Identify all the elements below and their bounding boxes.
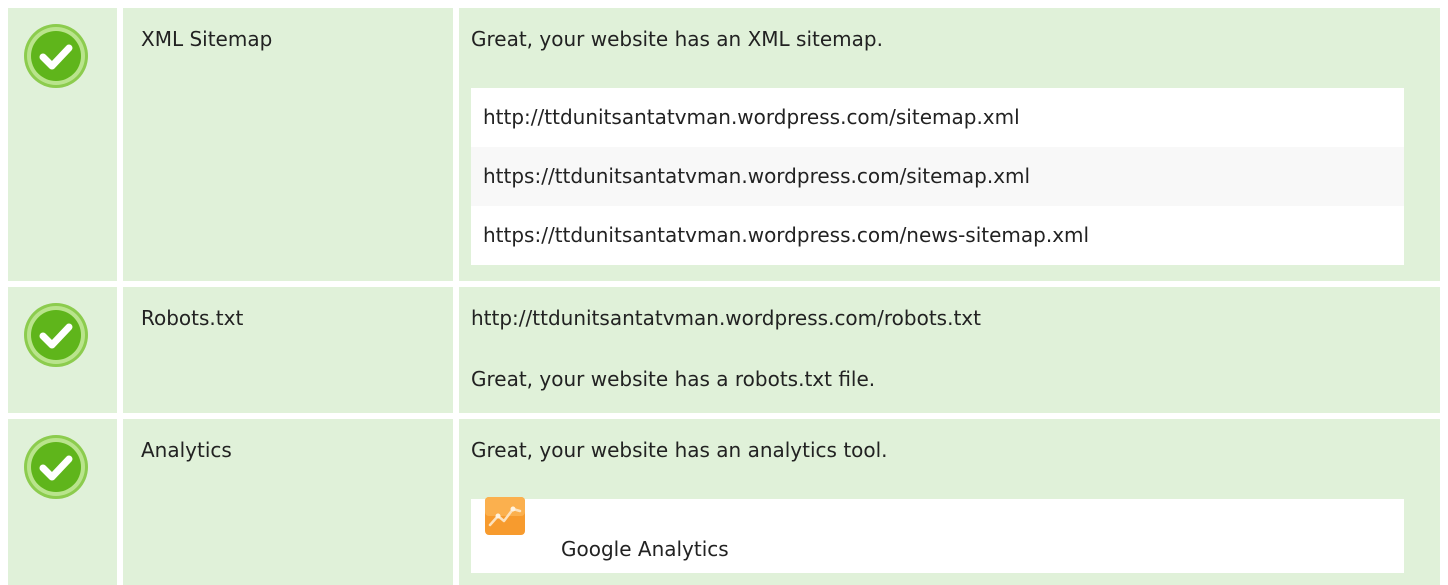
analytics-tool-label: Google Analytics <box>561 537 729 561</box>
check-circle-icon <box>24 303 88 367</box>
check-row-analytics: Analytics Great, your website has an ana… <box>8 419 1440 585</box>
check-name: Robots.txt <box>141 306 244 330</box>
robots-url[interactable]: http://ttdunitsantatvman.wordpress.com/r… <box>471 305 981 331</box>
analytics-tool-list: Google Analytics <box>471 497 1404 573</box>
check-circle-icon <box>24 24 88 88</box>
check-circle-icon <box>24 435 88 499</box>
check-row-xml-sitemap: XML Sitemap Great, your website has an X… <box>8 8 1440 281</box>
check-message: Great, your website has an XML sitemap. <box>471 27 883 51</box>
check-name-cell: Analytics <box>123 419 453 585</box>
check-message: Great, your website has a robots.txt fil… <box>471 367 876 391</box>
status-cell <box>8 287 117 413</box>
sitemap-url[interactable]: https://ttdunitsantatvman.wordpress.com/… <box>471 147 1404 206</box>
sitemap-list: http://ttdunitsantatvman.wordpress.com/s… <box>471 88 1404 265</box>
sitemap-url[interactable]: https://ttdunitsantatvman.wordpress.com/… <box>471 206 1404 265</box>
check-name: XML Sitemap <box>141 27 273 51</box>
check-message: Great, your website has an analytics too… <box>471 438 888 462</box>
check-detail-cell: http://ttdunitsantatvman.wordpress.com/r… <box>459 287 1440 413</box>
check-name-cell: XML Sitemap <box>123 8 453 281</box>
check-row-robots-txt: Robots.txt http://ttdunitsantatvman.word… <box>8 287 1440 413</box>
status-cell <box>8 8 117 281</box>
sitemap-url[interactable]: http://ttdunitsantatvman.wordpress.com/s… <box>471 88 1404 147</box>
status-cell <box>8 419 117 585</box>
google-analytics-icon <box>485 497 525 535</box>
analytics-tool-item: Google Analytics <box>471 497 1404 573</box>
check-name-cell: Robots.txt <box>123 287 453 413</box>
check-detail-cell: Great, your website has an analytics too… <box>459 419 1440 585</box>
check-detail-cell: Great, your website has an XML sitemap. … <box>459 8 1440 281</box>
check-name: Analytics <box>141 438 232 462</box>
